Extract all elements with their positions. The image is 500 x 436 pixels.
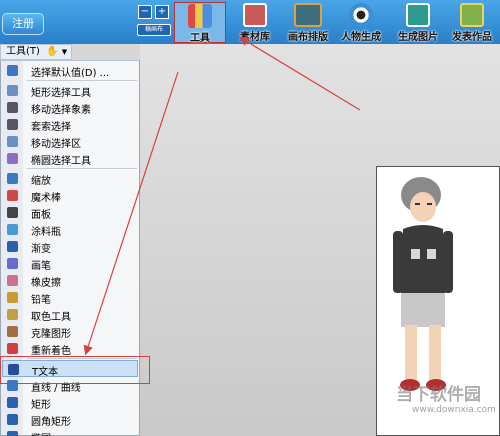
menu-item-label: 魔术棒 xyxy=(31,193,61,204)
menu-item-label: 椭圆选择工具 xyxy=(31,156,91,167)
menu-item-move-pixels[interactable]: 移动选择象素 xyxy=(2,99,138,116)
generate-image-button[interactable]: 生成图片 xyxy=(392,2,444,43)
menu-item-brush[interactable]: 画笔 xyxy=(2,255,138,272)
recolor-icon xyxy=(7,343,18,354)
menu-item-ellipse-select[interactable]: 椭圆选择工具 xyxy=(2,150,138,167)
paint-bucket-icon xyxy=(7,224,18,235)
menu-item-label: 移动选择区 xyxy=(31,139,81,150)
menu-item-label: 重新着色 xyxy=(31,346,71,357)
menu-item-label: 画笔 xyxy=(31,261,51,272)
menu-item-label: 面板 xyxy=(31,210,51,221)
menu-item-move-selection[interactable]: 移动选择区 xyxy=(2,133,138,150)
gradient-icon xyxy=(7,241,18,252)
menu-item-lasso[interactable]: 套索选择 xyxy=(2,116,138,133)
publish-button[interactable]: 发表作品 xyxy=(446,2,498,43)
move-pixels-icon xyxy=(7,102,18,113)
character-button[interactable]: 人物生成 xyxy=(335,2,387,43)
menu-item-pencil[interactable]: 铅笔 xyxy=(2,289,138,306)
menu-separator xyxy=(27,168,137,169)
layout-label: 画布排版 xyxy=(288,32,328,43)
default-select-icon xyxy=(7,65,18,76)
menu-item-label: 椭圆 xyxy=(31,430,51,436)
watermark-text: 当下软件园 xyxy=(396,385,481,405)
watermark-url: www.downxia.com xyxy=(412,405,496,415)
menu-item-label: 铅笔 xyxy=(31,295,51,306)
generate-image-label: 生成图片 xyxy=(398,32,438,43)
menu-separator xyxy=(27,80,137,81)
menu-item-label: 克隆图形 xyxy=(31,329,71,340)
menu-item-label: 橡皮擦 xyxy=(31,278,61,289)
menu-item-clone-stamp[interactable]: 克隆图形 xyxy=(2,323,138,340)
rectangle-icon xyxy=(7,397,18,408)
canvas-shrink-button[interactable]: − xyxy=(138,5,152,19)
top-toolbar: 注册 − + 稿画布 工具 素材库 画布排版 人物生成 生成图片 发表作品 xyxy=(0,0,500,44)
menu-item-default-select[interactable]: 选择默认值(D) ... xyxy=(2,62,138,79)
menu-item-paint-bucket[interactable]: 涂料瓶 xyxy=(2,221,138,238)
rounded-rectangle-icon xyxy=(7,414,18,425)
menu-item-rounded-rectangle[interactable]: 圆角矩形 xyxy=(2,411,138,428)
library-label: 素材库 xyxy=(240,32,270,43)
publish-label: 发表作品 xyxy=(452,32,492,43)
color-picker-icon xyxy=(7,309,18,320)
menu-item-eraser[interactable]: 橡皮擦 xyxy=(2,272,138,289)
menu-item-label: 取色工具 xyxy=(31,312,71,323)
menu-item-label: 渐变 xyxy=(31,244,51,255)
register-button[interactable]: 注册 xyxy=(2,13,44,35)
menu-item-label: 矩形 xyxy=(31,400,51,411)
tools-menu-title-text: 工具(T) xyxy=(6,46,40,57)
layout-button[interactable]: 画布排版 xyxy=(282,2,334,43)
chevron-down-icon: ▼ xyxy=(61,48,68,56)
brush-icon xyxy=(7,258,18,269)
menu-item-label: 涂料瓶 xyxy=(31,227,61,238)
menu-item-rectangle[interactable]: 矩形 xyxy=(2,394,138,411)
menu-item-color-picker[interactable]: 取色工具 xyxy=(2,306,138,323)
eraser-icon xyxy=(7,275,18,286)
menu-item-hand[interactable]: 面板 xyxy=(2,204,138,221)
library-button[interactable]: 素材库 xyxy=(229,2,281,43)
menu-item-label: 缩放 xyxy=(31,176,51,187)
menu-item-ellipse[interactable]: 椭圆 xyxy=(2,428,138,436)
ellipse-select-icon xyxy=(7,153,18,164)
lasso-icon xyxy=(7,119,18,130)
hand-icon: ✋ xyxy=(46,46,59,57)
tools-menu-title[interactable]: 工具(T) ✋ ▼ xyxy=(0,44,72,60)
tools-label: 工具 xyxy=(190,33,210,44)
zoom-icon xyxy=(7,173,18,184)
menu-item-label: 矩形选择工具 xyxy=(31,88,91,99)
eye-icon xyxy=(349,3,373,27)
tools-button[interactable]: 工具 xyxy=(174,2,226,44)
clone-stamp-icon xyxy=(7,326,18,337)
hand-icon xyxy=(7,207,18,218)
move-selection-icon xyxy=(7,136,18,147)
layout-icon xyxy=(294,3,322,27)
menu-item-magic-wand[interactable]: 魔术棒 xyxy=(2,187,138,204)
canvas-size-label: 稿画布 xyxy=(137,24,171,36)
publish-icon xyxy=(460,3,484,27)
pencil-icon xyxy=(7,292,18,303)
menu-item-recolor[interactable]: 重新着色 xyxy=(2,340,138,357)
menu-item-zoom[interactable]: 缩放 xyxy=(2,170,138,187)
library-icon xyxy=(243,3,267,27)
canvas-grow-button[interactable]: + xyxy=(155,5,169,19)
menu-item-gradient[interactable]: 渐变 xyxy=(2,238,138,255)
image-icon xyxy=(406,3,430,27)
rect-select-icon xyxy=(7,85,18,96)
menu-item-label: 圆角矩形 xyxy=(31,417,71,428)
ellipse-icon xyxy=(7,431,18,436)
character-label: 人物生成 xyxy=(341,32,381,43)
menu-item-label: 选择默认值(D) ... xyxy=(31,68,110,79)
canvas-size-control: − + 稿画布 xyxy=(137,3,171,41)
tools-icon xyxy=(188,4,212,28)
menu-item-rect-select[interactable]: 矩形选择工具 xyxy=(2,82,138,99)
menu-item-label: 套索选择 xyxy=(31,122,71,133)
magic-wand-icon xyxy=(7,190,18,201)
highlight-box xyxy=(0,356,150,384)
menu-item-label: 移动选择象素 xyxy=(31,105,91,116)
